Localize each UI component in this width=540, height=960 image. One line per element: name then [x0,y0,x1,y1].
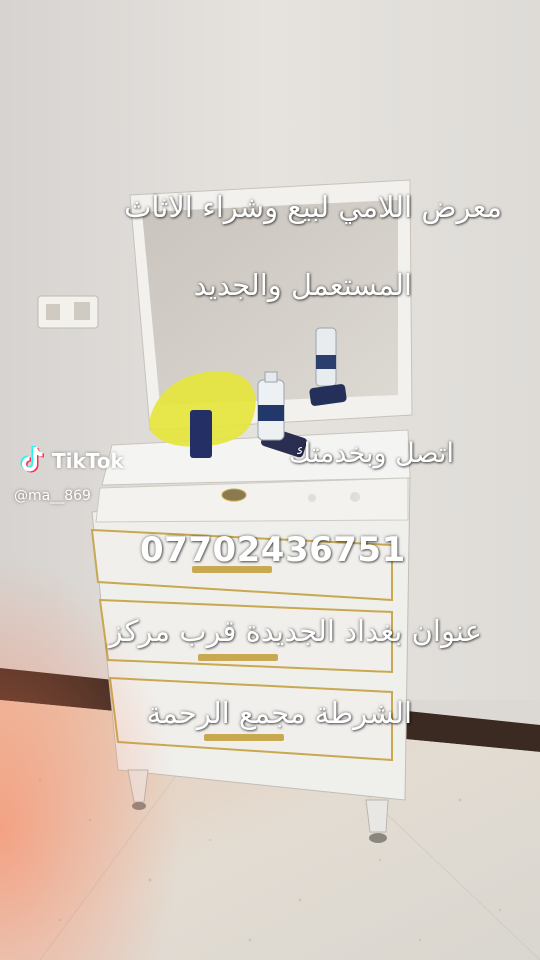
photo-background [0,0,540,960]
overlay-address-line-2: الشرطة مجمع الرحمة [146,696,412,730]
tiktok-logo-icon [20,446,44,473]
overlay-title-line-2: المستعمل والجديد [193,268,412,302]
tiktok-watermark: TikTok [18,445,124,477]
overlay-phone-number: 07702436751 [140,530,406,570]
tiktok-brand-text: TikTok [52,449,124,473]
overlay-address-line-1: عنوان بغداد الجديدة قرب مركز [108,614,482,648]
overlay-title-line-1: معرض اللامي لبيع وشراء الاثاث [124,190,502,224]
overlay-contact-text: اتصل وبخدمتك [289,438,454,469]
can [190,410,212,458]
tiktok-user-handle: @ma__869 [14,488,91,504]
